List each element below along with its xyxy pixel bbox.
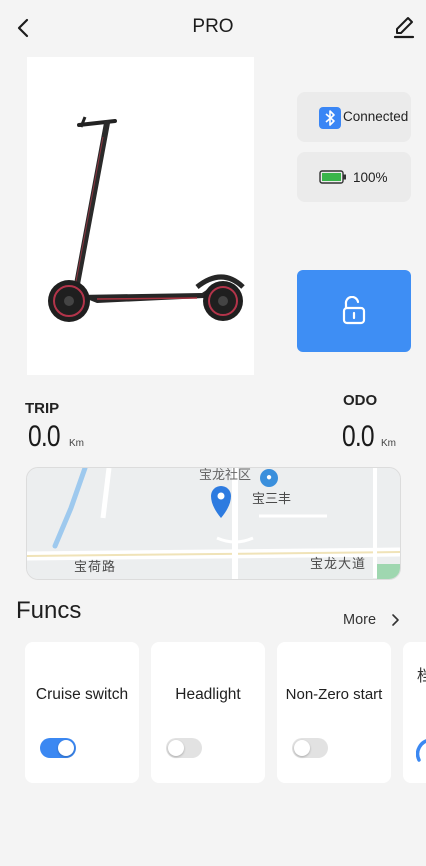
trip-unit: Km xyxy=(69,438,84,449)
map-poi-label: 宝三丰 xyxy=(252,491,292,506)
more-link[interactable]: More xyxy=(343,612,376,628)
gear-dial-icon xyxy=(416,739,426,762)
funcs-section-title: Funcs xyxy=(16,597,82,624)
chevron-right-icon[interactable] xyxy=(389,612,401,628)
unlock-icon xyxy=(342,296,366,325)
scooter-illustration xyxy=(48,116,245,322)
electric-scooter-image xyxy=(27,57,254,375)
poi-marker-icon: ● xyxy=(260,469,278,487)
map-road-label: 宝龙大道 xyxy=(310,556,367,571)
battery-icon xyxy=(319,170,346,184)
cruise-switch-toggle[interactable] xyxy=(40,738,76,758)
toggle-knob xyxy=(168,740,184,756)
map-area-label: 宝龙社区 xyxy=(199,467,252,482)
func-card-headlight[interactable]: Headlight xyxy=(151,642,265,783)
connection-status-label: Connected xyxy=(343,109,409,124)
headlight-toggle[interactable] xyxy=(166,738,202,758)
bluetooth-icon xyxy=(319,107,341,129)
toggle-knob xyxy=(294,740,310,756)
page-title: PRO xyxy=(192,16,234,37)
map-road-label: 宝荷路 xyxy=(74,559,117,574)
toggle-knob xyxy=(58,740,74,756)
connection-status[interactable]: Connected xyxy=(297,92,411,142)
func-label: 档 xyxy=(417,668,426,685)
odo-value: 0.0 xyxy=(342,420,375,453)
trip-label: TRIP xyxy=(25,400,60,417)
func-card-non-zero-start[interactable]: Non-Zero start xyxy=(277,642,391,783)
func-label: Cruise switch xyxy=(35,686,129,703)
battery-level: 100% xyxy=(353,170,388,185)
trip-value: 0.0 xyxy=(28,420,61,453)
odo-label: ODO xyxy=(343,392,378,409)
odo-unit: Km xyxy=(381,438,396,449)
func-card-cruise-switch[interactable]: Cruise switch xyxy=(25,642,139,783)
battery-status: 100% xyxy=(297,152,411,202)
func-label: Non-Zero start xyxy=(285,686,383,703)
non-zero-start-toggle[interactable] xyxy=(292,738,328,758)
lock-toggle-button[interactable] xyxy=(297,270,411,352)
top-bar: PRO xyxy=(0,0,426,56)
func-card-gear[interactable]: 档 xyxy=(403,642,426,783)
func-label: Headlight xyxy=(175,686,241,703)
pencil-icon[interactable] xyxy=(392,14,416,40)
scooter-dashboard: PRO Connected 100% TRIP 0.0 Km ODO 0.0 K… xyxy=(0,0,426,866)
map-view[interactable]: 宝龙社区 ● 宝三丰 宝荷路 宝龙大道 xyxy=(26,467,401,580)
